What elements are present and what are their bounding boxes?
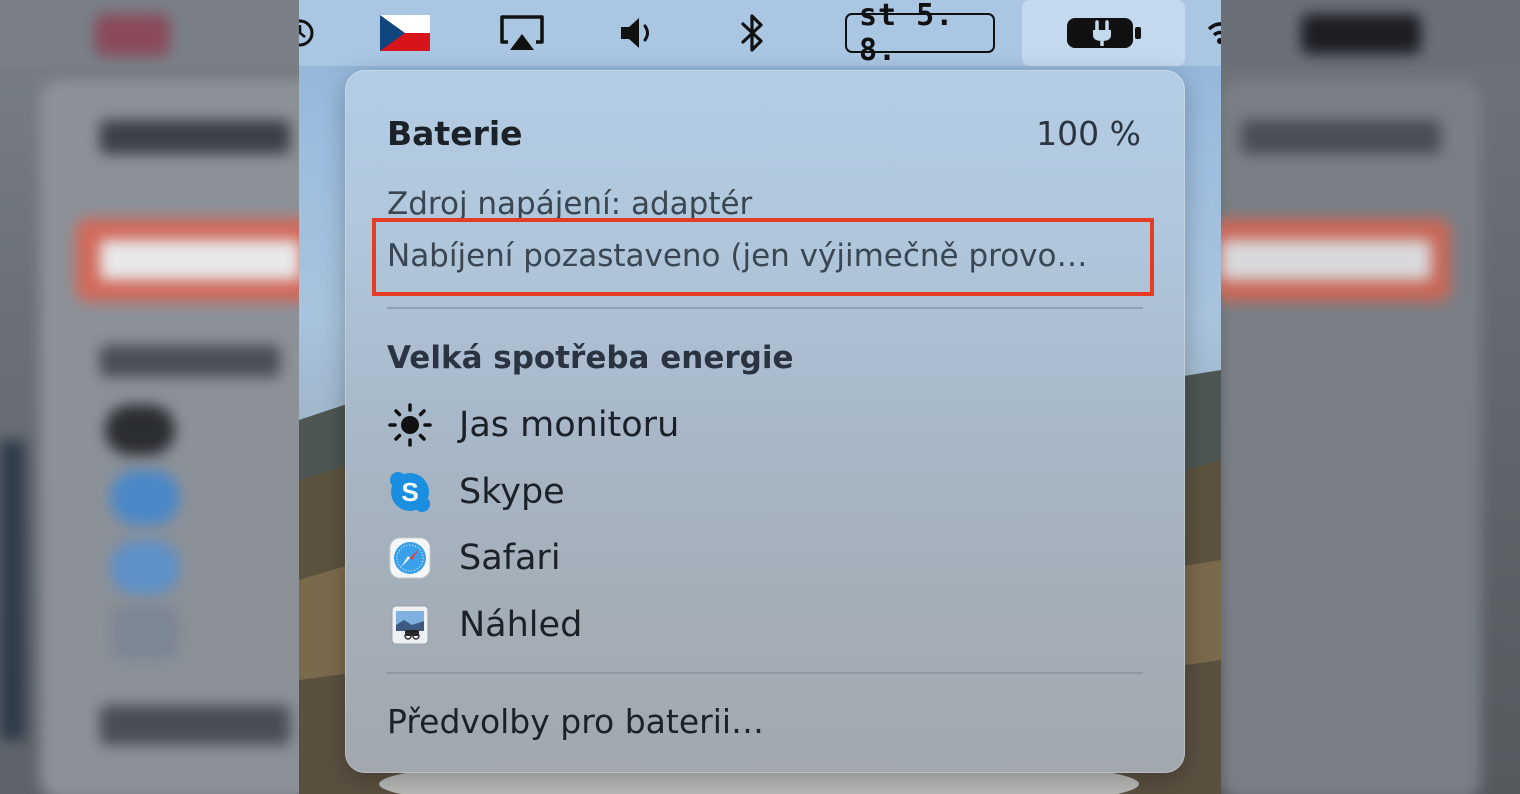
clock-icon[interactable] (299, 0, 315, 66)
safari-icon (387, 535, 433, 581)
skype-icon: S (387, 469, 433, 515)
app-item-safari[interactable]: Safari (387, 530, 1087, 586)
svg-text:S: S (401, 477, 418, 507)
brightness-icon (387, 402, 433, 448)
date-clock[interactable]: st 5. 8. (845, 0, 995, 68)
app-item-brightness[interactable]: Jas monitoru (387, 397, 1087, 453)
battery-title: Baterie (387, 114, 523, 153)
energy-usage-section-title: Velká spotřeba energie (387, 340, 794, 376)
battery-menu-button[interactable] (1022, 0, 1185, 66)
app-label: Safari (459, 538, 561, 578)
app-label: Skype (459, 472, 565, 512)
czech-flag-icon[interactable] (379, 0, 431, 66)
battery-charging-icon (1066, 18, 1141, 48)
divider (387, 307, 1143, 309)
blurred-background-right (1221, 0, 1520, 794)
highlight-annotation-box (372, 218, 1154, 296)
wifi-icon[interactable] (1205, 0, 1221, 66)
battery-percentage: 100 % (1036, 114, 1141, 153)
app-label: Jas monitoru (459, 405, 680, 445)
preview-icon (387, 602, 433, 648)
menu-bar: st 5. 8. (299, 0, 1221, 68)
app-label: Náhled (459, 605, 583, 645)
battery-dropdown-menu: Baterie 100 % Zdroj napájení: adaptér Na… (345, 70, 1185, 773)
date-label: st 5. 8. (845, 0, 995, 68)
blurred-background-left (0, 0, 299, 794)
app-item-skype[interactable]: S Skype (387, 464, 1087, 520)
battery-preferences-link[interactable]: Předvolby pro baterii… (387, 702, 764, 741)
app-item-preview[interactable]: Náhled (387, 597, 1087, 653)
volume-icon[interactable] (617, 0, 661, 66)
bluetooth-icon[interactable] (735, 0, 769, 66)
divider (387, 672, 1143, 674)
airplay-icon[interactable] (497, 0, 547, 66)
power-source-label: Zdroj napájení: adaptér (387, 186, 753, 222)
